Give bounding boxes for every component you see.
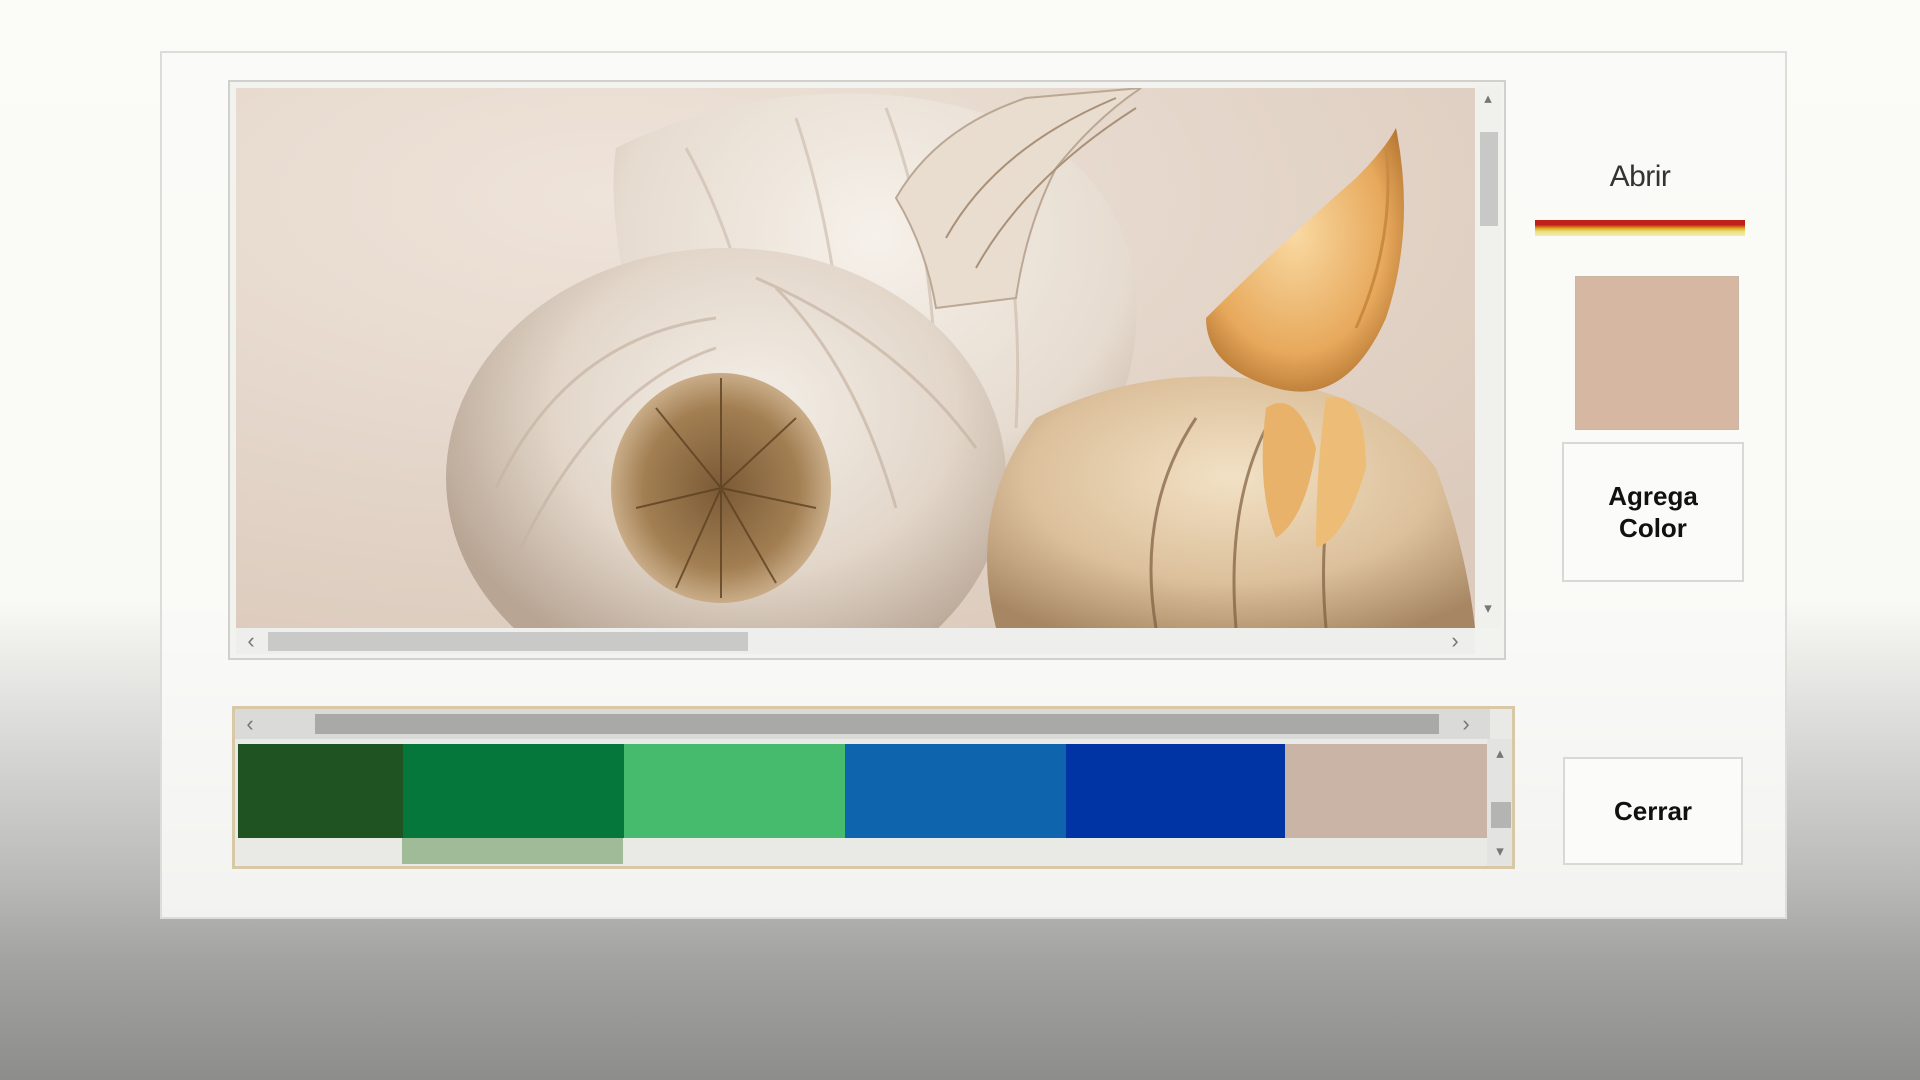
close-button[interactable]: Cerrar [1563, 757, 1743, 865]
scroll-left-icon[interactable]: ‹ [242, 630, 260, 652]
palette-scroll-down-icon[interactable]: ▾ [1491, 843, 1509, 861]
scroll-down-icon[interactable]: ▾ [1479, 600, 1497, 618]
palette-swatch[interactable] [238, 744, 403, 838]
image-viewer[interactable]: ▴ ▾ ‹ › [228, 80, 1506, 660]
open-button[interactable]: Abrir [1535, 160, 1745, 194]
palette-vertical-scrollbar[interactable]: ▴ ▾ [1487, 739, 1512, 866]
scroll-right-icon[interactable]: › [1446, 630, 1464, 652]
palette-scroll-left-icon[interactable]: ‹ [241, 713, 259, 735]
palette-swatch[interactable] [624, 744, 845, 838]
selected-color-preview [1575, 276, 1739, 430]
palette-horizontal-scrollbar[interactable]: ‹ › [235, 709, 1490, 739]
color-palette[interactable]: ‹ › ▴ ▾ [232, 706, 1515, 869]
palette-swatch[interactable] [403, 744, 624, 838]
selected-swatch-indicator [402, 838, 623, 864]
palette-horizontal-thumb[interactable] [315, 714, 1439, 734]
viewer-vertical-scrollbar[interactable]: ▴ ▾ [1475, 86, 1501, 628]
palette-scroll-up-icon[interactable]: ▴ [1491, 745, 1509, 763]
palette-vertical-thumb[interactable] [1491, 802, 1511, 828]
palette-swatch[interactable] [845, 744, 1066, 838]
viewer-horizontal-thumb[interactable] [268, 632, 748, 651]
scroll-up-icon[interactable]: ▴ [1479, 90, 1497, 108]
open-color-underline-icon [1535, 220, 1745, 236]
viewer-vertical-thumb[interactable] [1480, 132, 1498, 226]
palette-swatch[interactable] [1066, 744, 1285, 838]
palette-scroll-right-icon[interactable]: › [1457, 713, 1475, 735]
palette-swatch[interactable] [1285, 744, 1487, 838]
palette-swatches [238, 744, 1487, 838]
garlic-photo [236, 88, 1475, 628]
add-color-button[interactable]: Agrega Color [1562, 442, 1744, 582]
viewer-horizontal-scrollbar[interactable]: ‹ › [236, 628, 1475, 654]
